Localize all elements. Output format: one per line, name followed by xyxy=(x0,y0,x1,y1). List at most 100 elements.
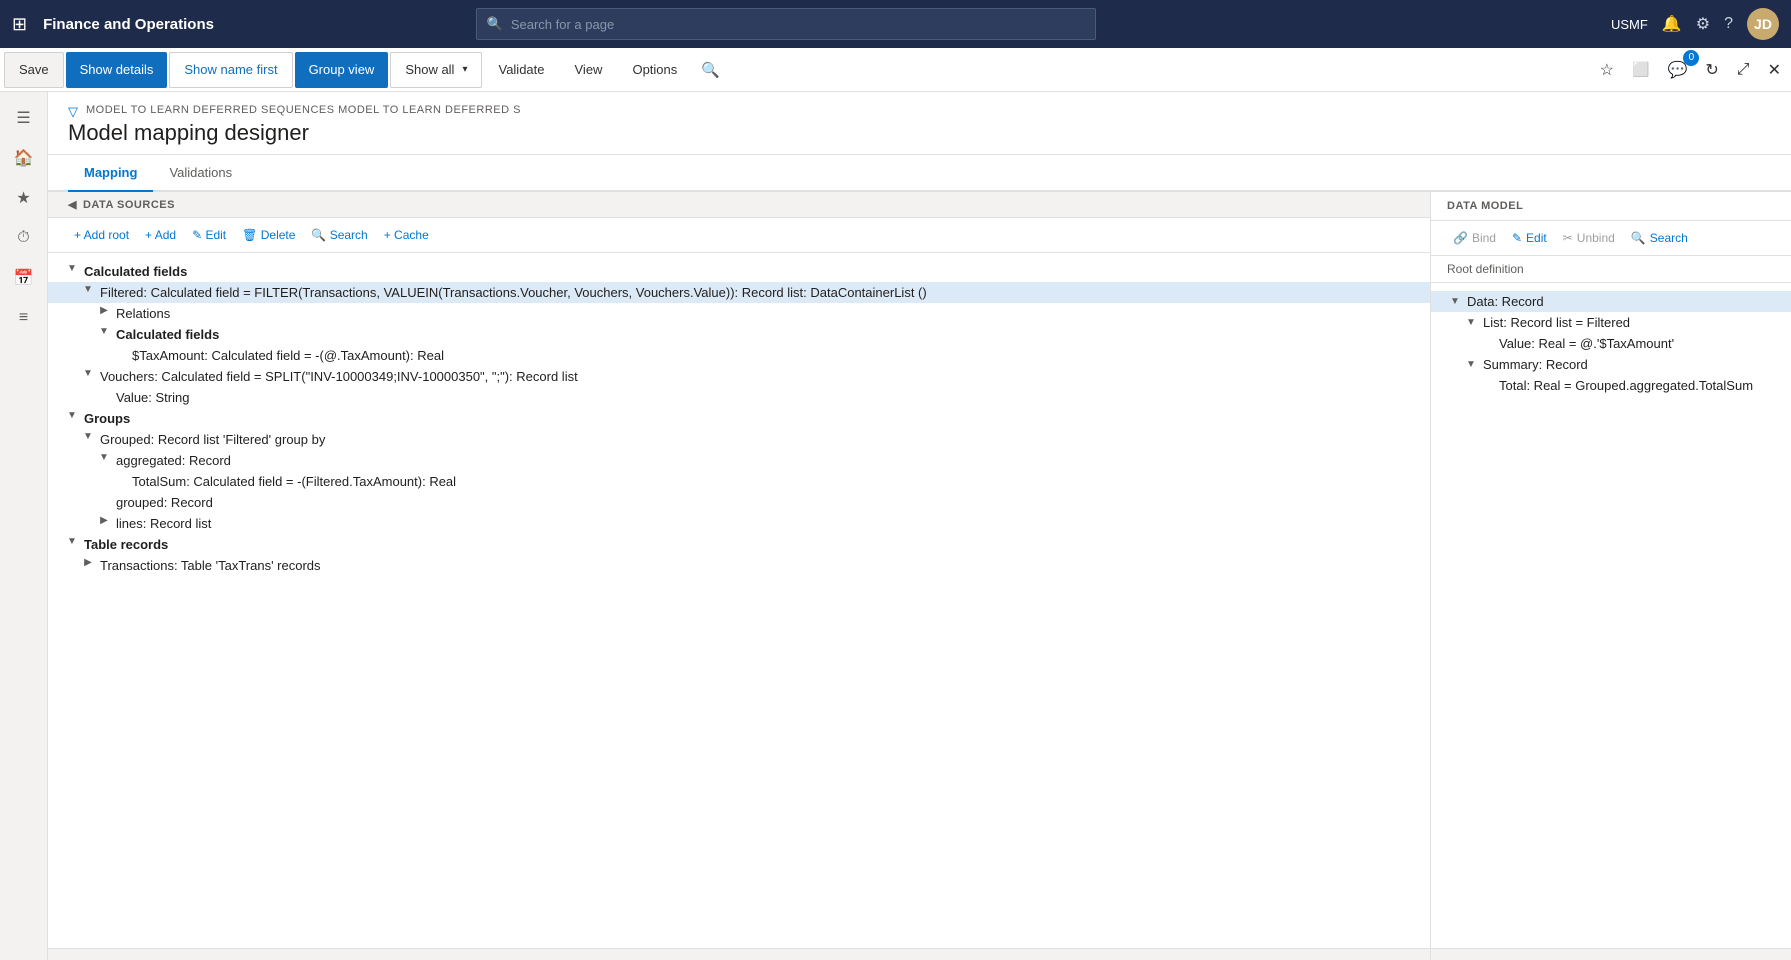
node-toggle-icon[interactable]: ▼ xyxy=(64,410,80,421)
global-search-bar[interactable]: 🔍 xyxy=(476,8,1096,40)
sidebar-workspaces-icon[interactable]: 📅 xyxy=(6,260,42,296)
node-toggle-icon[interactable]: ▶ xyxy=(96,515,112,526)
dm-search-button[interactable]: 🔍 Search xyxy=(1625,227,1694,249)
dm-scrollbar[interactable] xyxy=(1431,948,1791,960)
node-label: Table records xyxy=(80,536,1430,553)
user-avatar[interactable]: JD xyxy=(1747,8,1779,40)
refresh-button[interactable]: ↻ xyxy=(1699,56,1724,84)
tab-validations[interactable]: Validations xyxy=(153,155,248,192)
data-model-tree[interactable]: ▼ Data: Record ▼ List: Record list = Fil… xyxy=(1431,283,1791,948)
tree-node-relations[interactable]: ▶ Relations xyxy=(48,303,1430,324)
tree-node-totalsum[interactable]: TotalSum: Calculated field = -(Filtered.… xyxy=(48,471,1430,492)
personalize-icon-button[interactable]: ☆ xyxy=(1594,56,1620,84)
data-sources-toggle-icon[interactable]: ◀ xyxy=(68,198,77,211)
show-name-first-button[interactable]: Show name first xyxy=(169,52,292,88)
node-toggle-icon[interactable]: ▼ xyxy=(96,326,112,337)
unbind-icon: ✂ xyxy=(1563,231,1573,245)
node-label: Vouchers: Calculated field = SPLIT("INV-… xyxy=(96,368,1430,385)
dm-node-summary-record[interactable]: ▼ Summary: Record xyxy=(1431,354,1791,375)
sidebar-recent-icon[interactable]: ⏱ xyxy=(6,220,42,256)
chat-icon: 💬 xyxy=(1667,62,1687,79)
search-button[interactable]: 🔍 Search xyxy=(305,224,373,246)
close-button[interactable]: ✕ xyxy=(1762,56,1787,84)
page-header: ▽ MODEL TO LEARN DEFERRED SEQUENCES MODE… xyxy=(48,92,1791,155)
sidebar-hamburger-icon[interactable]: ☰ xyxy=(6,100,42,136)
node-toggle-icon[interactable]: ▼ xyxy=(80,284,96,295)
notification-count-button[interactable]: 💬 0 xyxy=(1661,56,1693,84)
close-icon: ✕ xyxy=(1768,62,1781,79)
notification-bell-icon[interactable]: 🔔 xyxy=(1662,14,1682,34)
app-grid-icon[interactable]: ⊞ xyxy=(12,14,27,35)
bind-icon: 🔗 xyxy=(1453,231,1468,245)
node-label: Groups xyxy=(80,410,1430,427)
node-toggle-icon[interactable]: ▼ xyxy=(96,452,112,463)
add-root-button[interactable]: + Add root xyxy=(68,224,135,246)
group-view-button[interactable]: Group view xyxy=(295,52,389,88)
search-icon: 🔍 xyxy=(487,16,503,32)
tree-node-tax-amount[interactable]: $TaxAmount: Calculated field = -(@.TaxAm… xyxy=(48,345,1430,366)
tree-node-aggregated[interactable]: ▼ aggregated: Record xyxy=(48,450,1430,471)
data-model-toolbar: 🔗 Bind ✎ Edit ✂ Unbind 🔍 Search xyxy=(1431,221,1791,256)
toolbar-search-icon[interactable]: 🔍 xyxy=(701,61,720,79)
node-toggle-icon[interactable]: ▼ xyxy=(80,431,96,442)
sidebar-modules-icon[interactable]: ≡ xyxy=(6,300,42,336)
node-toggle-icon[interactable]: ▼ xyxy=(64,536,80,547)
dm-node-list-record[interactable]: ▼ List: Record list = Filtered xyxy=(1431,312,1791,333)
node-label: $TaxAmount: Calculated field = -(@.TaxAm… xyxy=(128,347,1430,364)
cache-button[interactable]: + Cache xyxy=(378,224,435,246)
tree-node-calculated-fields-root[interactable]: ▼ Calculated fields xyxy=(48,261,1430,282)
tree-node-transactions[interactable]: ▶ Transactions: Table 'TaxTrans' records xyxy=(48,555,1430,576)
tree-node-value-string[interactable]: Value: String xyxy=(48,387,1430,408)
show-all-dropdown-arrow: ▾ xyxy=(462,64,467,75)
dm-node-toggle-icon[interactable]: ▼ xyxy=(1463,359,1479,370)
node-label: grouped: Record xyxy=(112,494,1430,511)
sidebar-favorites-icon[interactable]: ★ xyxy=(6,180,42,216)
global-search-input[interactable] xyxy=(511,17,1085,32)
view-button[interactable]: View xyxy=(561,52,617,88)
sidebar-home-icon[interactable]: 🏠 xyxy=(6,140,42,176)
tree-node-grouped-record[interactable]: grouped: Record xyxy=(48,492,1430,513)
nav-right-controls: USMF 🔔 ⚙ ? JD xyxy=(1611,8,1779,40)
dm-node-total-real[interactable]: Total: Real = Grouped.aggregated.TotalSu… xyxy=(1431,375,1791,396)
data-sources-tree[interactable]: ▼ Calculated fields ▼ Filtered: Calculat… xyxy=(48,253,1430,948)
save-button[interactable]: Save xyxy=(4,52,64,88)
node-toggle-icon[interactable]: ▼ xyxy=(64,263,80,274)
unbind-button[interactable]: ✂ Unbind xyxy=(1557,227,1621,249)
node-toggle-icon[interactable]: ▶ xyxy=(96,305,112,316)
tree-node-grouped[interactable]: ▼ Grouped: Record list 'Filtered' group … xyxy=(48,429,1430,450)
dm-node-label: Total: Real = Grouped.aggregated.TotalSu… xyxy=(1495,377,1757,394)
tree-node-table-records[interactable]: ▼ Table records xyxy=(48,534,1430,555)
breadcrumb: MODEL TO LEARN DEFERRED SEQUENCES MODEL … xyxy=(86,104,521,116)
tree-scrollbar[interactable] xyxy=(48,948,1430,960)
node-label: Value: String xyxy=(112,389,1430,406)
office-icon-button[interactable]: ⬜ xyxy=(1626,57,1655,83)
notification-count-badge: 0 xyxy=(1683,50,1699,66)
dm-node-toggle-icon[interactable]: ▼ xyxy=(1447,296,1463,307)
main-layout: ☰ 🏠 ★ ⏱ 📅 ≡ ▽ MODEL TO LEARN DEFERRED SE… xyxy=(0,92,1791,960)
delete-button[interactable]: 🗑 Delete xyxy=(236,224,301,246)
settings-gear-icon[interactable]: ⚙ xyxy=(1696,14,1710,34)
tree-node-filtered[interactable]: ▼ Filtered: Calculated field = FILTER(Tr… xyxy=(48,282,1430,303)
notification-badge-container: 💬 0 xyxy=(1661,56,1693,84)
help-question-icon[interactable]: ? xyxy=(1724,15,1733,33)
tree-node-calculated-fields-inner[interactable]: ▼ Calculated fields xyxy=(48,324,1430,345)
validate-button[interactable]: Validate xyxy=(484,52,558,88)
expand-button[interactable]: ⤢ xyxy=(1731,57,1756,83)
show-details-button[interactable]: Show details xyxy=(66,52,168,88)
node-toggle-icon[interactable]: ▶ xyxy=(80,557,96,568)
dm-node-value-real[interactable]: Value: Real = @.'$TaxAmount' xyxy=(1431,333,1791,354)
node-toggle-icon[interactable]: ▼ xyxy=(80,368,96,379)
bind-button[interactable]: 🔗 Bind xyxy=(1447,227,1502,249)
options-button[interactable]: Options xyxy=(618,52,691,88)
show-all-button[interactable]: Show all ▾ xyxy=(390,52,482,88)
data-model-panel: DATA MODEL 🔗 Bind ✎ Edit ✂ Unbind xyxy=(1431,192,1791,960)
tree-node-vouchers[interactable]: ▼ Vouchers: Calculated field = SPLIT("IN… xyxy=(48,366,1430,387)
edit-button[interactable]: ✎ Edit xyxy=(186,224,232,246)
dm-node-toggle-icon[interactable]: ▼ xyxy=(1463,317,1479,328)
tab-mapping[interactable]: Mapping xyxy=(68,155,153,192)
tree-node-lines[interactable]: ▶ lines: Record list xyxy=(48,513,1430,534)
dm-node-data-record[interactable]: ▼ Data: Record xyxy=(1431,291,1791,312)
add-button[interactable]: + Add xyxy=(139,224,182,246)
tree-node-groups[interactable]: ▼ Groups xyxy=(48,408,1430,429)
dm-edit-button[interactable]: ✎ Edit xyxy=(1506,227,1553,249)
